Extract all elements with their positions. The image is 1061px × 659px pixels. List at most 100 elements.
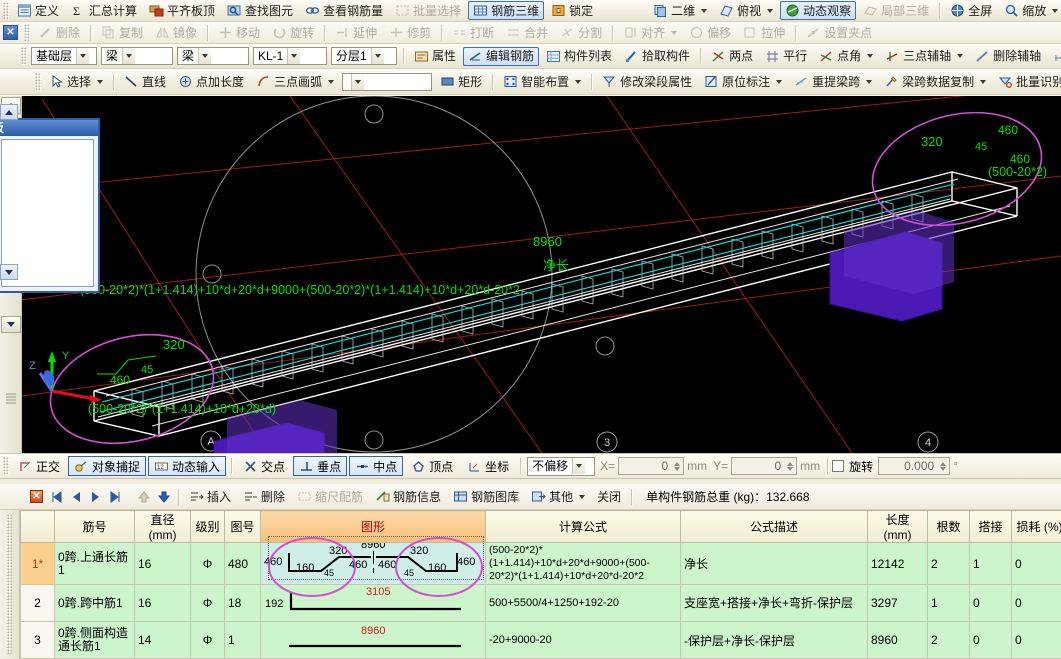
rotate-checkbox[interactable]: [832, 460, 845, 472]
cell-grade[interactable]: Φ: [190, 621, 225, 659]
move-up-button[interactable]: [135, 488, 153, 506]
tool-top-view[interactable]: 俯视: [714, 1, 778, 20]
tool-in-place-annotation[interactable]: 原位标注: [699, 72, 787, 91]
tool-merge[interactable]: 合并: [501, 23, 553, 42]
combo-floor[interactable]: 基础层: [31, 47, 97, 65]
tool-find-element[interactable]: 查找图元: [222, 1, 298, 20]
tool-pick-component[interactable]: 拾取构件: [619, 47, 695, 66]
table-grip[interactable]: [7, 514, 12, 654]
cell-diameter[interactable]: 14: [134, 621, 191, 659]
combo-member[interactable]: KL-1: [253, 47, 327, 65]
tool-rectangle[interactable]: 矩形: [435, 72, 487, 91]
move-down-button[interactable]: [155, 488, 173, 506]
tool-component-list[interactable]: 构件列表: [541, 47, 617, 66]
tool-span-data-copy[interactable]: 梁跨数据复制: [879, 72, 991, 91]
spinner-arrows[interactable]: [784, 461, 795, 471]
toolbar-grip[interactable]: [3, 1, 9, 20]
tool-delete-axis[interactable]: 删除辅轴: [970, 47, 1046, 66]
chevron-down-icon[interactable]: [575, 79, 582, 84]
cell-diameter[interactable]: 16: [134, 542, 191, 585]
chevron-down-icon[interactable]: [579, 494, 586, 499]
cell-index[interactable]: 2: [20, 584, 55, 622]
tool-move[interactable]: 移动: [213, 23, 265, 42]
status-intersection[interactable]: 交点: [237, 456, 291, 476]
chevron-down-icon[interactable]: [671, 30, 678, 35]
tool-mirror[interactable]: 镜像: [150, 23, 202, 42]
last-record-button[interactable]: [107, 488, 125, 506]
panel-collapse-button[interactable]: [0, 104, 18, 120]
chevron-down-icon[interactable]: [198, 48, 212, 64]
cell-lap[interactable]: 1: [969, 542, 1012, 585]
tool-three-point-axis[interactable]: 三点辅轴: [880, 47, 968, 66]
th-grade[interactable]: 级别: [190, 510, 225, 543]
tool-batch-identify-support[interactable]: 批量识别梁支座: [993, 72, 1061, 91]
chevron-down-icon[interactable]: [287, 48, 301, 64]
chevron-down-icon[interactable]: [1052, 8, 1059, 13]
tool-align-slab-top[interactable]: 平齐板顶: [144, 1, 220, 20]
toolbar-grip[interactable]: [21, 47, 27, 65]
th-drawing-no[interactable]: 图号: [224, 510, 261, 543]
cell-shape[interactable]: 192 3105: [260, 584, 486, 622]
tool-fullscreen[interactable]: 全屏: [945, 1, 997, 20]
chevron-down-icon[interactable]: [957, 54, 964, 58]
tool-extend[interactable]: 延伸: [330, 23, 382, 42]
tool-re-extract-span[interactable]: 重提梁跨: [789, 72, 877, 91]
tool-offset[interactable]: 偏移: [684, 23, 736, 42]
rotate-input[interactable]: 0.000: [878, 457, 951, 475]
cell-index[interactable]: 1*: [20, 542, 55, 585]
tool-rebar-3d[interactable]: 钢筋三维: [468, 1, 545, 20]
tool-insert-row[interactable]: 插入: [184, 487, 236, 506]
tool-lock[interactable]: 锁定: [546, 1, 598, 20]
spinner-arrows[interactable]: [671, 461, 682, 471]
chevron-down-icon[interactable]: [767, 8, 774, 13]
scroll-down-button[interactable]: [1, 316, 21, 333]
first-record-button[interactable]: [47, 488, 65, 506]
th-diameter[interactable]: 直径 (mm): [134, 510, 191, 543]
cell-description[interactable]: -保护层+净长-保护层: [680, 621, 868, 659]
cell-rebar-no[interactable]: 0跨.侧面构造通长筋1: [54, 621, 135, 659]
th-count[interactable]: 根数: [927, 510, 970, 543]
cell-loss[interactable]: 0: [1011, 584, 1061, 622]
tool-delete[interactable]: 删除: [33, 23, 85, 42]
cell-length[interactable]: 8960: [867, 621, 928, 659]
cell-grade[interactable]: Φ: [190, 542, 225, 585]
cell-grade[interactable]: Φ: [190, 584, 225, 622]
cell-drawing-no[interactable]: 1: [224, 621, 261, 659]
cell-description[interactable]: 净长: [680, 542, 868, 585]
chevron-down-icon[interactable]: [866, 79, 873, 84]
cell-length[interactable]: 12142: [867, 542, 928, 585]
combo-offset-mode[interactable]: 不偏移: [527, 456, 596, 476]
tool-zoom[interactable]: 缩放: [999, 1, 1061, 20]
combo-category[interactable]: 梁: [101, 47, 173, 65]
tool-select[interactable]: 选择: [44, 72, 108, 91]
cell-description[interactable]: 支座宽+搭接+净长+弯折-保护层: [680, 584, 868, 622]
chevron-down-icon[interactable]: [572, 458, 586, 474]
cell-drawing-no[interactable]: 18: [224, 584, 261, 622]
cell-rebar-no[interactable]: 0跨.上通长筋1: [54, 542, 135, 585]
chevron-down-icon[interactable]: [701, 8, 708, 13]
tool-summary-calc[interactable]: Σ 汇总计算: [66, 1, 142, 20]
tool-other[interactable]: 其他: [526, 487, 590, 506]
tool-three-point-arc[interactable]: 三点画弧: [251, 72, 339, 91]
tool-point-length[interactable]: 点加长度: [173, 72, 249, 91]
tool-align[interactable]: 对齐: [618, 23, 682, 42]
cell-drawing-no[interactable]: 480: [224, 542, 261, 585]
cell-lap[interactable]: 0: [969, 621, 1012, 659]
tool-smart-layout[interactable]: 智能布置: [498, 72, 586, 91]
tool-trim[interactable]: 修剪: [384, 23, 436, 42]
th-description[interactable]: 公式描述: [680, 510, 868, 543]
tool-line[interactable]: 直线: [119, 72, 171, 91]
tool-break[interactable]: 打断: [447, 23, 499, 42]
status-ortho[interactable]: 正交: [12, 456, 66, 476]
cell-shape[interactable]: 8960: [260, 621, 486, 659]
th-lap[interactable]: 搭接: [969, 510, 1012, 543]
statusbar-grip[interactable]: [3, 457, 9, 475]
cell-loss[interactable]: 0: [1011, 621, 1061, 659]
table-row[interactable]: 1* 0跨.上通长筋1 16 Φ 480 460 160 320 45 460 …: [20, 542, 1061, 585]
tool-close-editor[interactable]: 关闭: [592, 487, 626, 506]
combo-type[interactable]: 梁: [177, 47, 249, 65]
status-coordinate[interactable]: 坐标: [461, 456, 515, 476]
tool-batch-select[interactable]: 批量选择: [390, 1, 466, 20]
tool-edit-beam-segment[interactable]: 修改梁段属性: [597, 72, 697, 91]
chevron-down-icon[interactable]: [76, 48, 90, 64]
